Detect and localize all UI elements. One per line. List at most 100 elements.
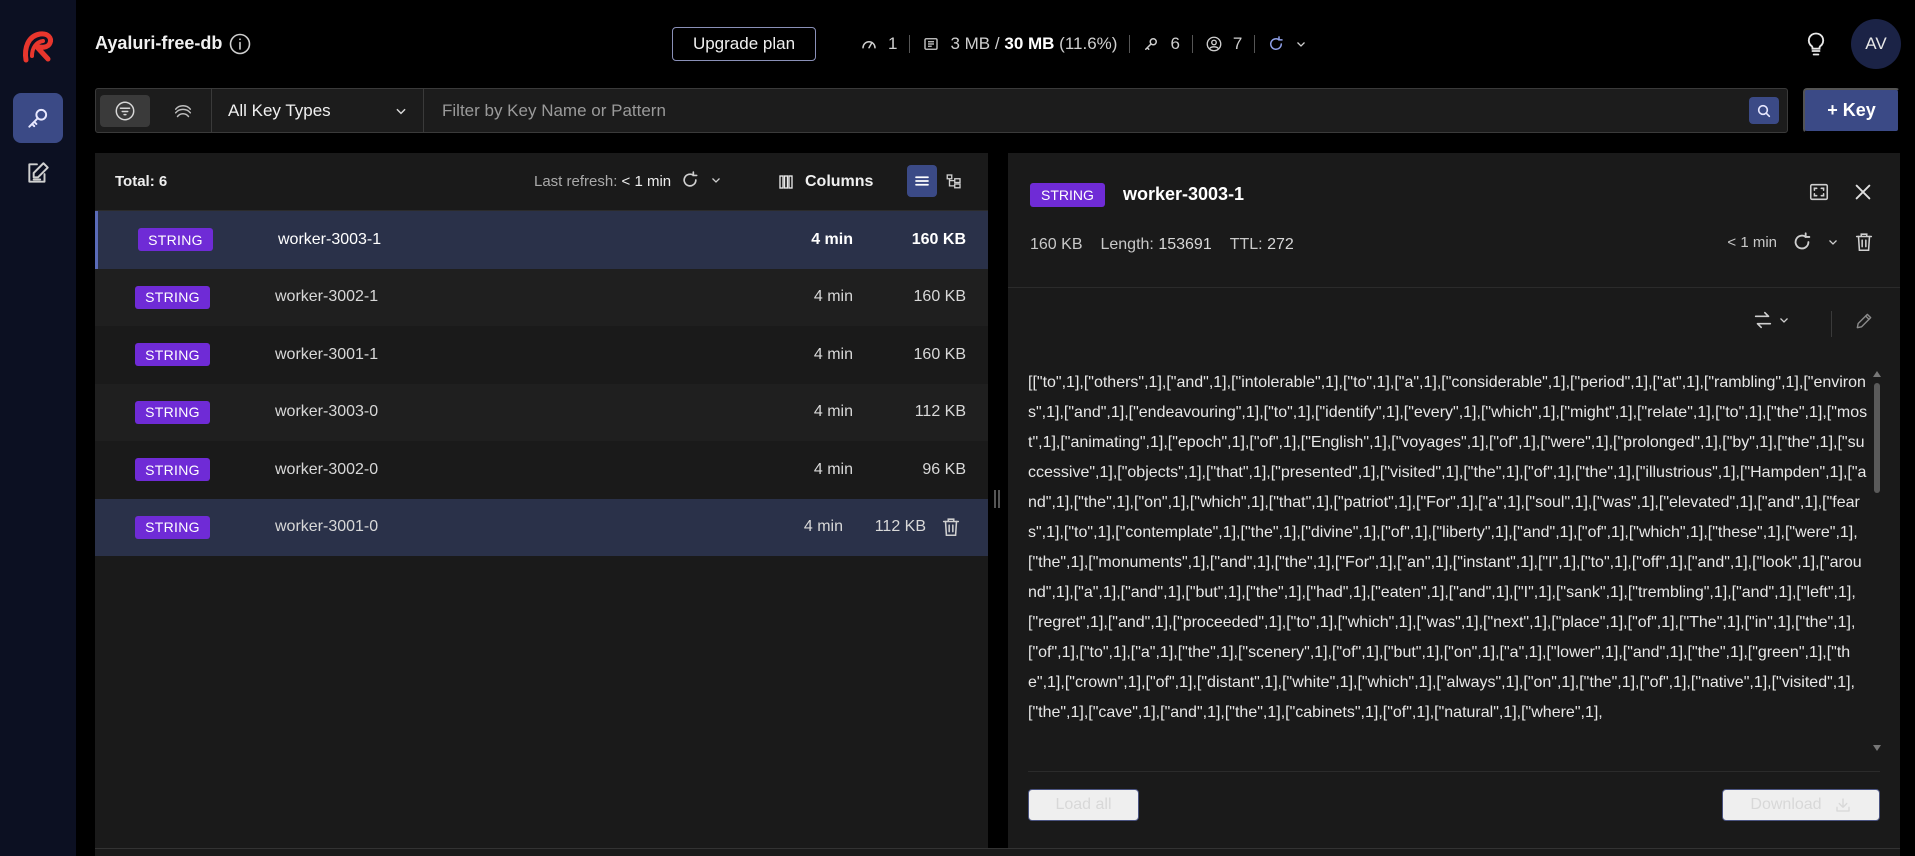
- format-selector[interactable]: [1752, 309, 1790, 331]
- length-label: Length:: [1100, 236, 1154, 253]
- trash-icon[interactable]: [1853, 231, 1875, 253]
- memory-percent: (11.6%): [1059, 34, 1118, 53]
- memory-total: 30 MB: [1004, 34, 1055, 53]
- auto-refresh-control[interactable]: [1255, 35, 1319, 53]
- keys-stat: 6: [1130, 34, 1191, 54]
- gauge-icon: [862, 41, 876, 49]
- key-row[interactable]: STRING worker-3002-1 4 min 160 KB: [95, 268, 988, 326]
- chevron-down-icon: [396, 108, 406, 114]
- lightbulb-icon[interactable]: [1802, 30, 1830, 58]
- browser-key-icon[interactable]: [13, 93, 63, 143]
- ttl-label: TTL:: [1229, 236, 1263, 253]
- key-name: worker-3003-1: [278, 230, 382, 248]
- key-details-panel: STRING worker-3003-1 160 KB Length: 1536…: [1008, 153, 1900, 848]
- value-scrollbar[interactable]: [1873, 371, 1881, 751]
- scrollbar-thumb[interactable]: [1874, 383, 1880, 493]
- fullscreen-icon[interactable]: [1808, 181, 1830, 203]
- download-icon: [1835, 798, 1850, 812]
- bottom-panel-edge: [95, 848, 1900, 856]
- key-name: worker-3002-1: [275, 288, 379, 306]
- key-type-select[interactable]: All Key Types: [212, 89, 424, 132]
- search-icon[interactable]: [1749, 97, 1779, 124]
- edit-pencil-icon[interactable]: [1854, 311, 1874, 331]
- filter-mode-icon[interactable]: [100, 94, 150, 127]
- panel-resize-handle[interactable]: [994, 490, 1000, 508]
- ttl-value[interactable]: 272: [1267, 236, 1294, 253]
- memory-used: 3 MB: [950, 34, 991, 53]
- view-mode-toggle: [907, 165, 969, 197]
- key-name-title[interactable]: worker-3003-1: [1123, 184, 1244, 205]
- close-icon[interactable]: [1852, 181, 1874, 203]
- key-row[interactable]: STRING worker-3003-0 4 min 112 KB: [95, 383, 988, 441]
- key-last-refresh: < 1 min: [1727, 233, 1777, 251]
- key-ttl: 4 min: [803, 518, 843, 536]
- key-row[interactable]: STRING worker-3003-1 4 min 160 KB: [95, 211, 988, 269]
- key-filter-input[interactable]: [424, 89, 1749, 132]
- download-button[interactable]: Download: [1722, 789, 1880, 821]
- key-size: 112 KB: [914, 403, 966, 421]
- chevron-down-icon[interactable]: [1295, 38, 1307, 50]
- key-row[interactable]: STRING worker-3001-0 4 min 112 KB: [95, 498, 988, 556]
- tree-view-icon[interactable]: [939, 165, 969, 197]
- connections-count: 1: [888, 34, 898, 53]
- load-all-button[interactable]: Load all: [1028, 789, 1139, 821]
- memory-stat: 3 MB / 30 MB (11.6%): [910, 34, 1129, 54]
- workbench-edit-icon[interactable]: [13, 148, 63, 198]
- key-size: 160 KB: [913, 345, 966, 363]
- info-icon[interactable]: [228, 32, 252, 56]
- key-size: 112 KB: [874, 518, 926, 536]
- vector-search-icon[interactable]: [158, 95, 208, 127]
- chevron-down-icon[interactable]: [710, 174, 722, 186]
- add-key-button[interactable]: + Key: [1803, 88, 1900, 133]
- last-refresh: Last refresh: < 1 min: [534, 173, 671, 190]
- key-list-header: Total: 6 Last refresh: < 1 min Columns: [95, 153, 988, 211]
- refresh-icon[interactable]: [1267, 35, 1285, 53]
- key-size: 96 KB: [922, 460, 966, 478]
- top-bar: Ayaluri-free-db Upgrade plan 1 3 MB / 30…: [76, 0, 1915, 88]
- key-value-content[interactable]: [["to",1],["others",1],["and",1],["intol…: [1028, 368, 1868, 753]
- key-filter-bar: All Key Types: [95, 88, 1788, 133]
- length-value: 153691: [1158, 236, 1212, 253]
- columns-label: Columns: [805, 172, 874, 190]
- list-view-icon[interactable]: [907, 165, 937, 197]
- memory-icon: [924, 38, 939, 50]
- key-ttl: 4 min: [813, 288, 853, 306]
- key-name: worker-3001-0: [275, 518, 379, 536]
- redis-logo[interactable]: [18, 26, 58, 66]
- value-footer: Load all Download: [1028, 771, 1880, 831]
- swap-format-icon: [1754, 311, 1772, 329]
- columns-button[interactable]: Columns: [777, 173, 873, 191]
- key-meta: 160 KB Length: 153691 TTL: 272: [1030, 236, 1294, 254]
- upgrade-plan-button[interactable]: Upgrade plan: [672, 27, 816, 61]
- key-row[interactable]: STRING worker-3002-0 4 min 96 KB: [95, 441, 988, 499]
- clients-stat: 7: [1193, 34, 1254, 54]
- refresh-icon[interactable]: [680, 170, 700, 190]
- chevron-down-icon[interactable]: [1827, 236, 1839, 248]
- key-name: worker-3003-0: [275, 403, 379, 421]
- user-circle-icon: [1206, 36, 1222, 52]
- key-refresh-control: < 1 min: [1727, 231, 1875, 253]
- key-name: worker-3002-0: [275, 460, 379, 478]
- key-type-badge: STRING: [138, 228, 213, 252]
- last-refresh-value: < 1 min: [621, 173, 672, 190]
- connections-stat: 1: [848, 34, 909, 54]
- total-keys: Total: 6: [115, 173, 168, 190]
- key-type-badge: STRING: [135, 458, 210, 482]
- key-row[interactable]: STRING worker-3001-1 4 min 160 KB: [95, 326, 988, 384]
- refresh-icon[interactable]: [1791, 231, 1813, 253]
- key-ttl: 4 min: [813, 345, 853, 363]
- key-list-panel: Total: 6 Last refresh: < 1 min Columns S…: [95, 153, 988, 848]
- key-type-badge: STRING: [135, 400, 210, 424]
- key-name: worker-3001-1: [275, 345, 379, 363]
- key-type-value: All Key Types: [228, 100, 331, 120]
- keys-count: 6: [1170, 34, 1180, 53]
- key-icon: [1145, 38, 1158, 50]
- last-refresh-label: Last refresh:: [534, 173, 618, 190]
- key-type-badge: STRING: [135, 343, 210, 367]
- trash-icon[interactable]: [940, 516, 962, 538]
- list-refresh-control: [680, 170, 722, 190]
- database-name: Ayaluri-free-db: [95, 33, 223, 53]
- value-toolbar: [1008, 309, 1900, 349]
- key-ttl: 4 min: [813, 403, 853, 421]
- user-avatar[interactable]: AV: [1851, 19, 1901, 69]
